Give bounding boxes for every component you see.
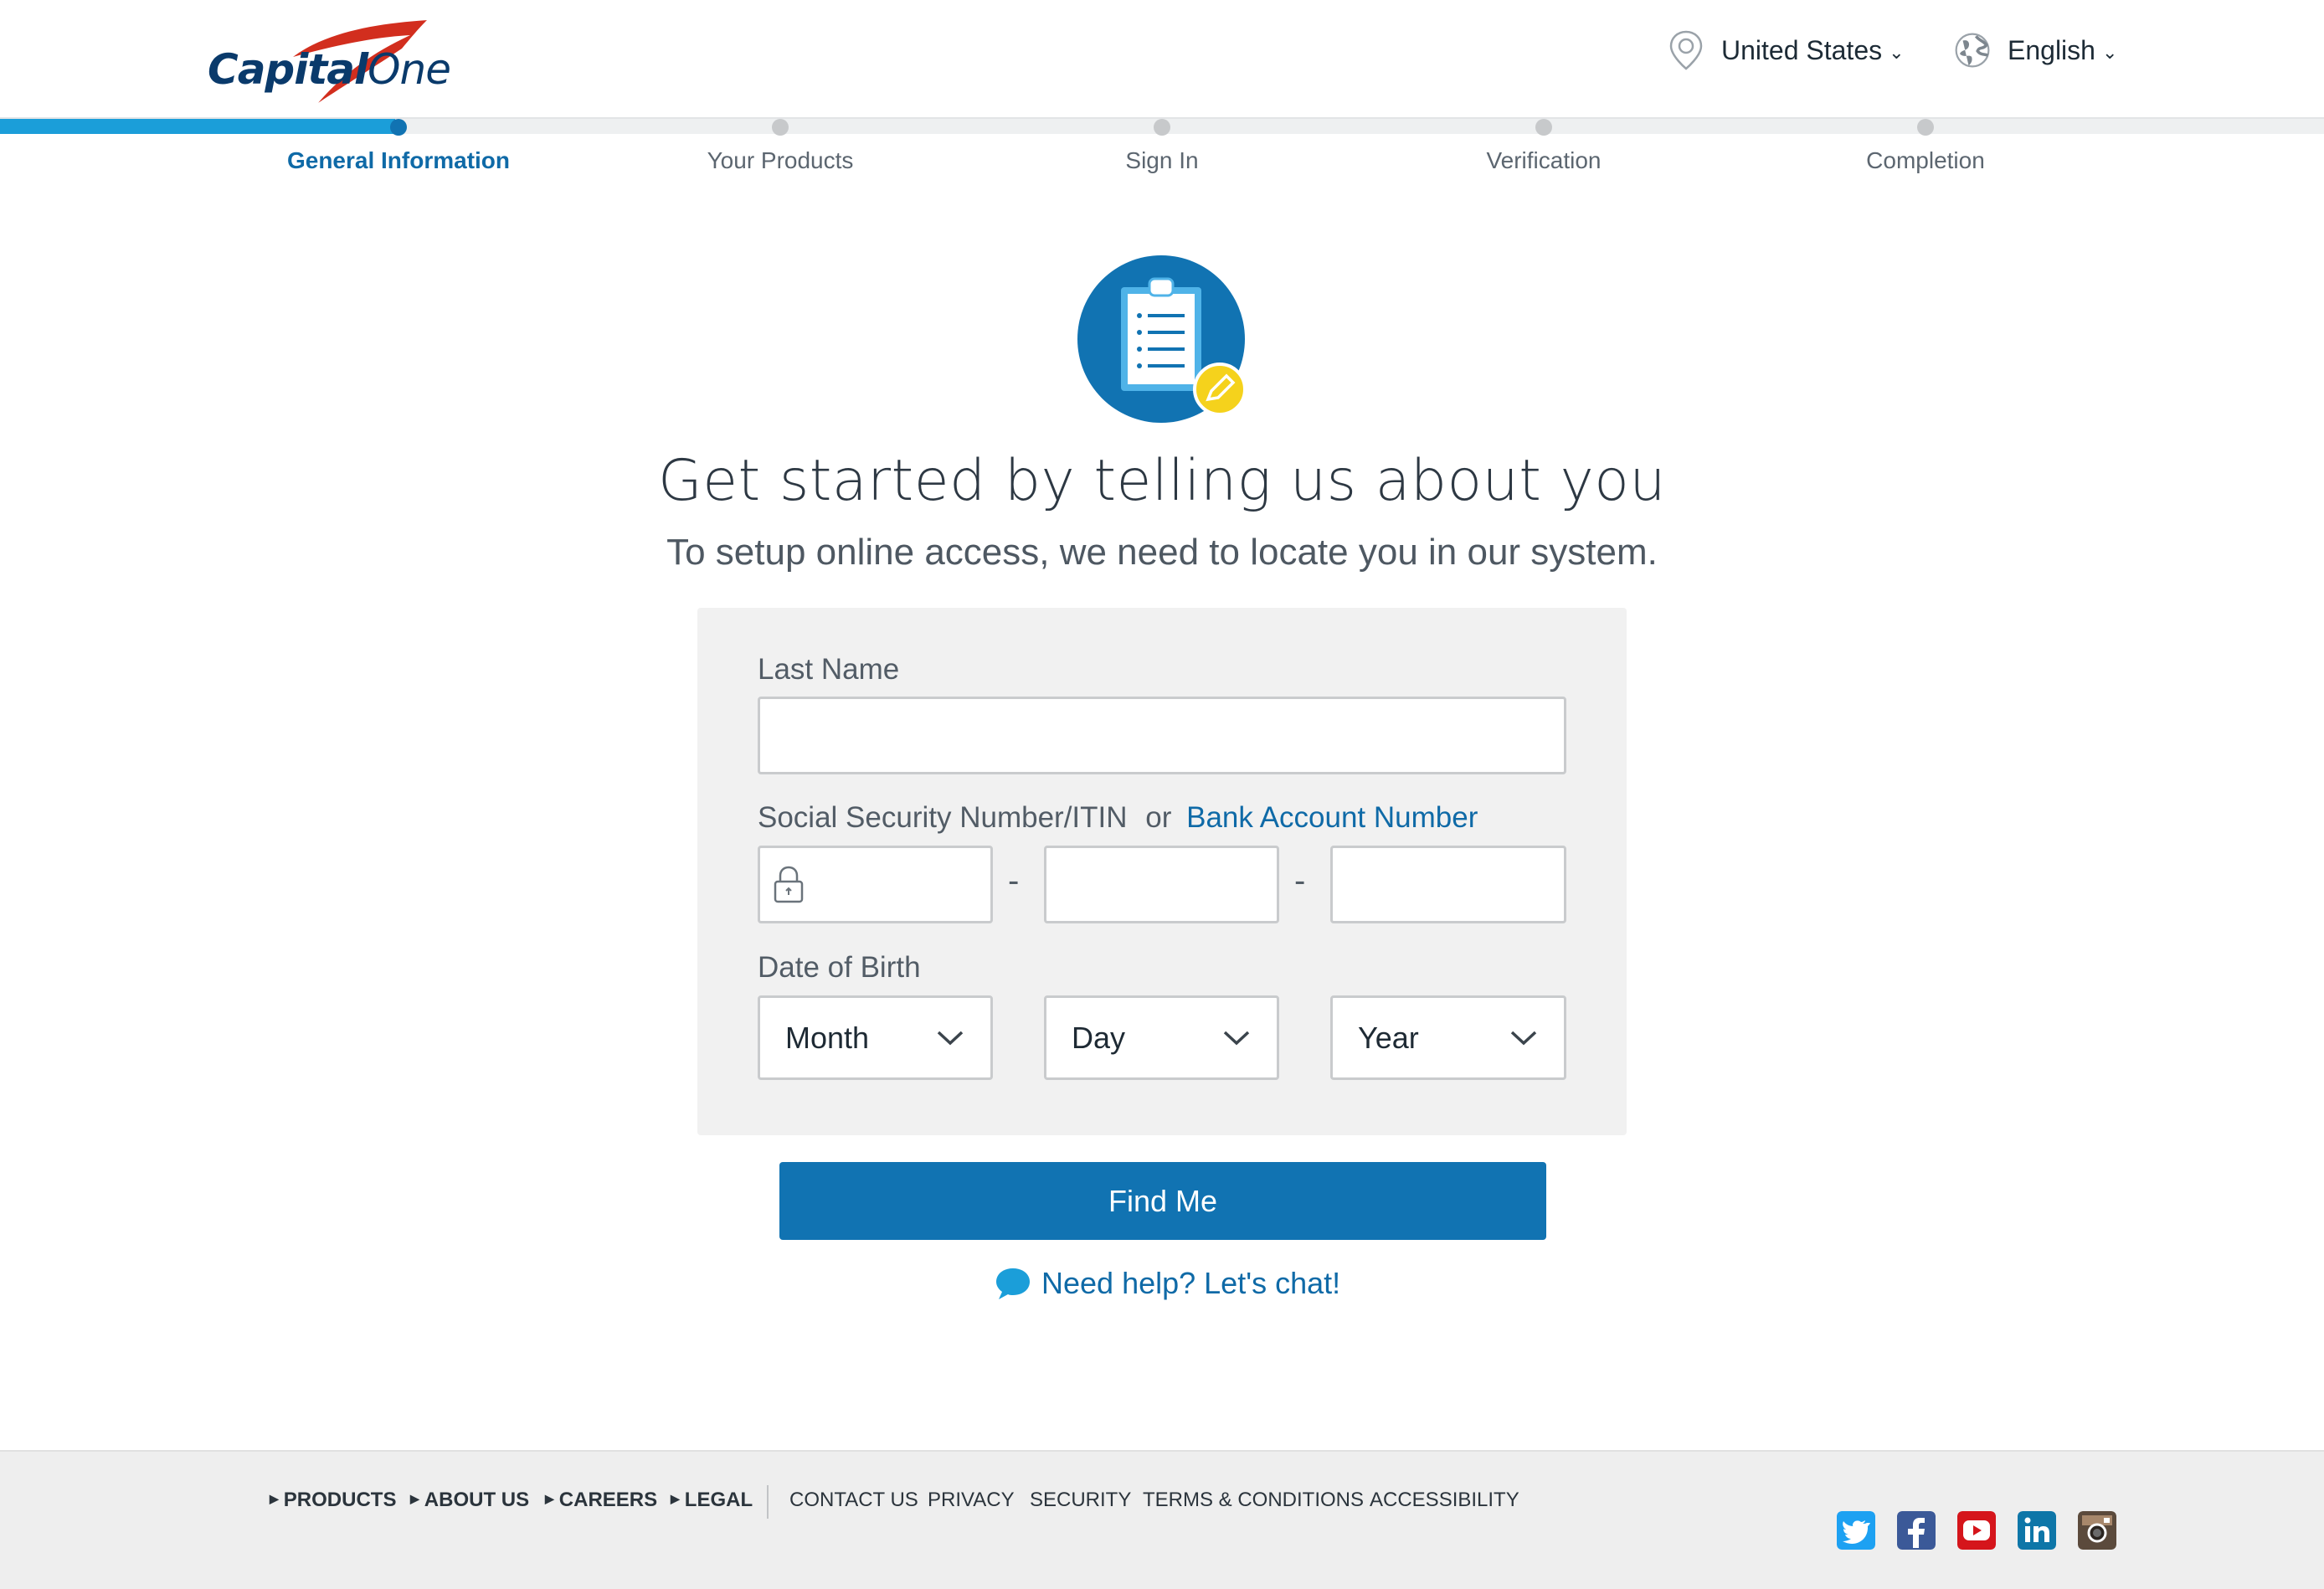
progress-dot-sign-in <box>1154 119 1170 136</box>
chevron-down-icon: ⌄ <box>1889 42 1905 63</box>
footer-divider <box>767 1485 769 1519</box>
step-sign-in: Sign In <box>1125 147 1199 173</box>
year-select-value: Year <box>1358 1020 1419 1055</box>
linkedin-icon[interactable] <box>2018 1511 2056 1550</box>
lock-icon <box>774 866 804 903</box>
year-select[interactable]: Year <box>1330 995 1566 1080</box>
caret-right-icon: ▶ <box>545 1492 554 1505</box>
bank-account-number-link[interactable]: Bank Account Number <box>1186 801 1478 834</box>
language-selector[interactable]: English ⌄ <box>1954 25 2117 75</box>
facebook-icon[interactable] <box>1897 1511 1936 1550</box>
footer-link-security[interactable]: SECURITY <box>1030 1489 1131 1512</box>
footer-link-terms-conditions[interactable]: TERMS & CONDITIONS <box>1143 1489 1364 1512</box>
footer-link-label: LEGAL <box>684 1489 753 1511</box>
day-select-value: Day <box>1072 1020 1126 1055</box>
country-selector[interactable]: United States ⌄ <box>1668 25 1905 75</box>
footer-link-products[interactable]: ▶ PRODUCTS <box>270 1489 396 1512</box>
capital-one-logo[interactable]: CapitalOne <box>201 15 452 107</box>
logo-wordmark: CapitalOne <box>208 45 451 94</box>
ssn-label: Social Security Number/ITIN <box>758 801 1128 834</box>
footer-link-label: ABOUT US <box>424 1489 530 1511</box>
month-select-value: Month <box>785 1020 870 1055</box>
twitter-icon[interactable] <box>1837 1511 1875 1550</box>
progress-dot-general-information <box>390 119 407 136</box>
ssn-separator: - <box>1008 862 1020 899</box>
step-completion: Completion <box>1866 147 1985 173</box>
ssn-label-row: Social Security Number/ITIN or Bank Acco… <box>758 801 1478 835</box>
caret-right-icon: ▶ <box>410 1492 419 1505</box>
progress-dot-completion <box>1917 119 1934 136</box>
chat-help-link[interactable]: Need help? Let's chat! <box>995 1266 1340 1301</box>
footer-link-label: CAREERS <box>558 1489 658 1511</box>
youtube-icon[interactable] <box>1957 1511 1996 1550</box>
day-select[interactable]: Day <box>1044 995 1279 1080</box>
month-select[interactable]: Month <box>758 995 993 1080</box>
page-subtitle: To setup online access, we need to locat… <box>666 532 1658 573</box>
footer-link-careers[interactable]: ▶ CAREERS <box>545 1489 657 1512</box>
step-general-information: General Information <box>286 147 511 173</box>
ssn-part-3-input[interactable] <box>1330 846 1566 923</box>
country-label: United States <box>1721 34 1883 65</box>
caret-right-icon: ▶ <box>270 1492 279 1505</box>
instagram-icon[interactable] <box>2078 1511 2116 1550</box>
chat-bubble-icon <box>996 1268 1030 1299</box>
chevron-down-icon <box>1223 1031 1250 1045</box>
chevron-down-icon: ⌄ <box>2101 42 2118 63</box>
last-name-label: Last Name <box>758 653 900 686</box>
chevron-down-icon <box>937 1031 964 1045</box>
clipboard-pencil-icon <box>1077 255 1247 423</box>
ssn-part-1-input[interactable] <box>758 846 993 923</box>
footer-link-about-us[interactable]: ▶ ABOUT US <box>410 1489 529 1512</box>
dob-label: Date of Birth <box>758 951 921 984</box>
location-pin-icon <box>1669 30 1703 70</box>
progress-dot-your-products <box>772 119 789 136</box>
caret-right-icon: ▶ <box>671 1492 680 1505</box>
progress-fill <box>0 119 395 134</box>
footer-link-label: PRODUCTS <box>283 1489 397 1511</box>
ssn-part-2-input[interactable] <box>1044 846 1279 923</box>
ssn-separator: - <box>1294 862 1306 899</box>
footer-link-accessibility[interactable]: ACCESSIBILITY <box>1370 1489 1519 1512</box>
chat-help-text: Need help? Let's chat! <box>1041 1266 1341 1300</box>
chevron-down-icon <box>1510 1031 1537 1045</box>
globe-icon <box>1955 33 1990 68</box>
page-title: Get started by telling us about you <box>658 448 1666 514</box>
step-your-products: Your Products <box>707 147 854 173</box>
footer-link-contact-us[interactable]: CONTACT US <box>789 1489 918 1512</box>
site-header: CapitalOne United States ⌄ English ⌄ <box>0 0 2324 119</box>
progress-dot-verification <box>1535 119 1552 136</box>
footer-link-legal[interactable]: ▶ LEGAL <box>671 1489 753 1512</box>
footer-link-privacy[interactable]: PRIVACY <box>928 1489 1015 1512</box>
step-verification: Verification <box>1486 147 1602 173</box>
last-name-input[interactable] <box>758 697 1566 774</box>
ssn-or-text: or <box>1145 801 1172 834</box>
language-label: English <box>2008 34 2095 65</box>
find-me-button[interactable]: Find Me <box>779 1162 1546 1240</box>
